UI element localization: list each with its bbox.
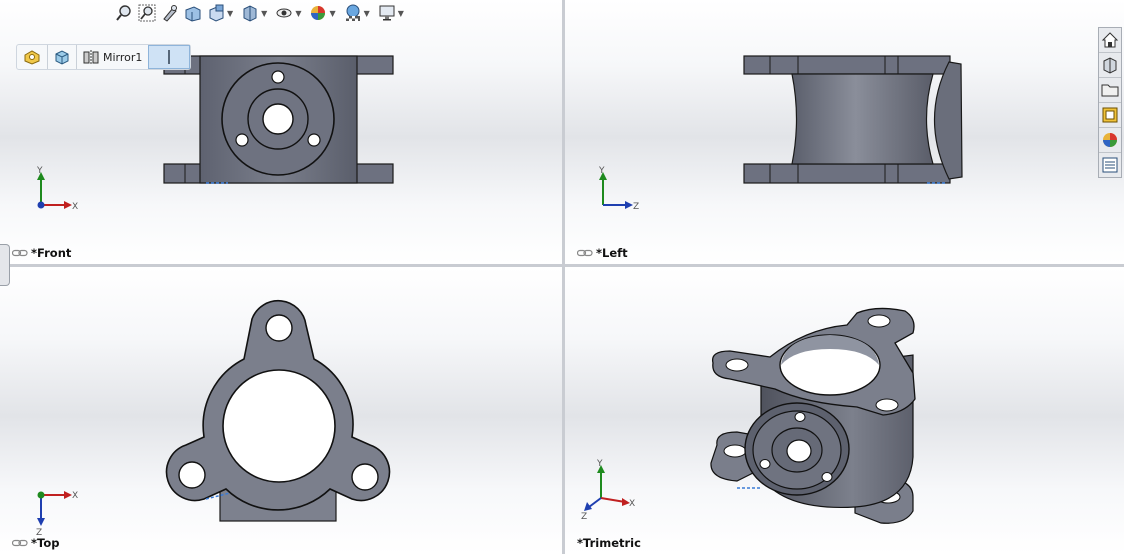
trimetric-view-model: Y X Z bbox=[581, 307, 916, 524]
display-style-icon[interactable] bbox=[240, 3, 260, 23]
svg-text:Y: Y bbox=[36, 166, 43, 176]
zoom-to-area-icon[interactable] bbox=[137, 3, 157, 23]
viewport-left[interactable]: Y Z *Left bbox=[565, 0, 1124, 264]
link-views-icon bbox=[577, 249, 593, 257]
mirror-feature-icon bbox=[83, 50, 99, 64]
viewport-label-top: *Top bbox=[12, 536, 59, 550]
zoom-to-fit-icon[interactable] bbox=[114, 3, 134, 23]
feature-manager-collapse-handle[interactable] bbox=[0, 244, 10, 286]
breadcrumb-feature[interactable]: Mirror1 bbox=[77, 45, 148, 69]
top-view-model: X Z bbox=[36, 299, 391, 538]
axis-triad-front: Y X bbox=[36, 166, 78, 212]
part-icon bbox=[24, 50, 40, 65]
chevron-down-icon[interactable]: ▼ bbox=[398, 9, 404, 18]
svg-text:Z: Z bbox=[581, 512, 587, 522]
custom-properties-icon[interactable] bbox=[1099, 153, 1121, 177]
viewport-label-front: *Front bbox=[12, 246, 71, 260]
view-settings-icon[interactable] bbox=[377, 3, 397, 23]
chevron-down-icon[interactable]: ▼ bbox=[295, 9, 301, 18]
breadcrumb-selection[interactable] bbox=[148, 45, 191, 69]
task-pane-tabs bbox=[1098, 27, 1122, 178]
svg-text:X: X bbox=[72, 202, 78, 212]
edit-appearance-icon[interactable] bbox=[308, 3, 328, 23]
svg-text:Z: Z bbox=[633, 202, 639, 212]
axis-triad-trimetric: Y X Z bbox=[581, 459, 635, 522]
svg-text:X: X bbox=[629, 499, 635, 509]
plane-icon bbox=[168, 50, 171, 64]
view-orientation-icon[interactable] bbox=[206, 3, 226, 23]
breadcrumb-body[interactable] bbox=[48, 45, 77, 69]
body-icon bbox=[55, 50, 69, 65]
breadcrumb: Mirror1 bbox=[16, 44, 192, 70]
viewport-label-trimetric: *Trimetric bbox=[577, 536, 641, 550]
previous-view-icon[interactable] bbox=[160, 3, 180, 23]
section-view-icon[interactable] bbox=[183, 3, 203, 23]
viewport-trimetric[interactable]: Y X Z *Trimetric bbox=[565, 267, 1124, 554]
breadcrumb-feature-label: Mirror1 bbox=[103, 50, 143, 64]
viewport-top[interactable]: X Z *Top bbox=[0, 267, 562, 554]
axis-triad-left: Y Z bbox=[598, 166, 639, 212]
design-library-icon[interactable] bbox=[1099, 53, 1121, 78]
svg-text:X: X bbox=[72, 491, 78, 501]
heads-up-view-toolbar: ▼ ▼ ▼ ▼ ▼ ▼ bbox=[114, 2, 408, 24]
link-views-icon bbox=[12, 539, 28, 547]
viewport-front[interactable]: Y X *Front bbox=[0, 0, 562, 264]
viewport-label-left: *Left bbox=[577, 246, 628, 260]
appearances-icon[interactable] bbox=[1099, 128, 1121, 153]
link-views-icon bbox=[12, 249, 28, 257]
axis-triad-top: X Z bbox=[36, 491, 78, 538]
svg-text:Y: Y bbox=[596, 459, 603, 469]
apply-scene-icon[interactable] bbox=[343, 3, 363, 23]
chevron-down-icon[interactable]: ▼ bbox=[364, 9, 370, 18]
hide-show-items-icon[interactable] bbox=[274, 3, 294, 23]
front-view-model: Y X bbox=[36, 55, 394, 212]
view-palette-icon[interactable] bbox=[1099, 103, 1121, 128]
file-explorer-icon[interactable] bbox=[1099, 78, 1121, 103]
svg-text:Y: Y bbox=[598, 166, 605, 176]
chevron-down-icon[interactable]: ▼ bbox=[227, 9, 233, 18]
left-view-model: Y Z bbox=[598, 55, 963, 212]
chevron-down-icon[interactable]: ▼ bbox=[261, 9, 267, 18]
chevron-down-icon[interactable]: ▼ bbox=[329, 9, 335, 18]
breadcrumb-part[interactable] bbox=[17, 45, 48, 69]
solidworks-resources-icon[interactable] bbox=[1099, 28, 1121, 53]
